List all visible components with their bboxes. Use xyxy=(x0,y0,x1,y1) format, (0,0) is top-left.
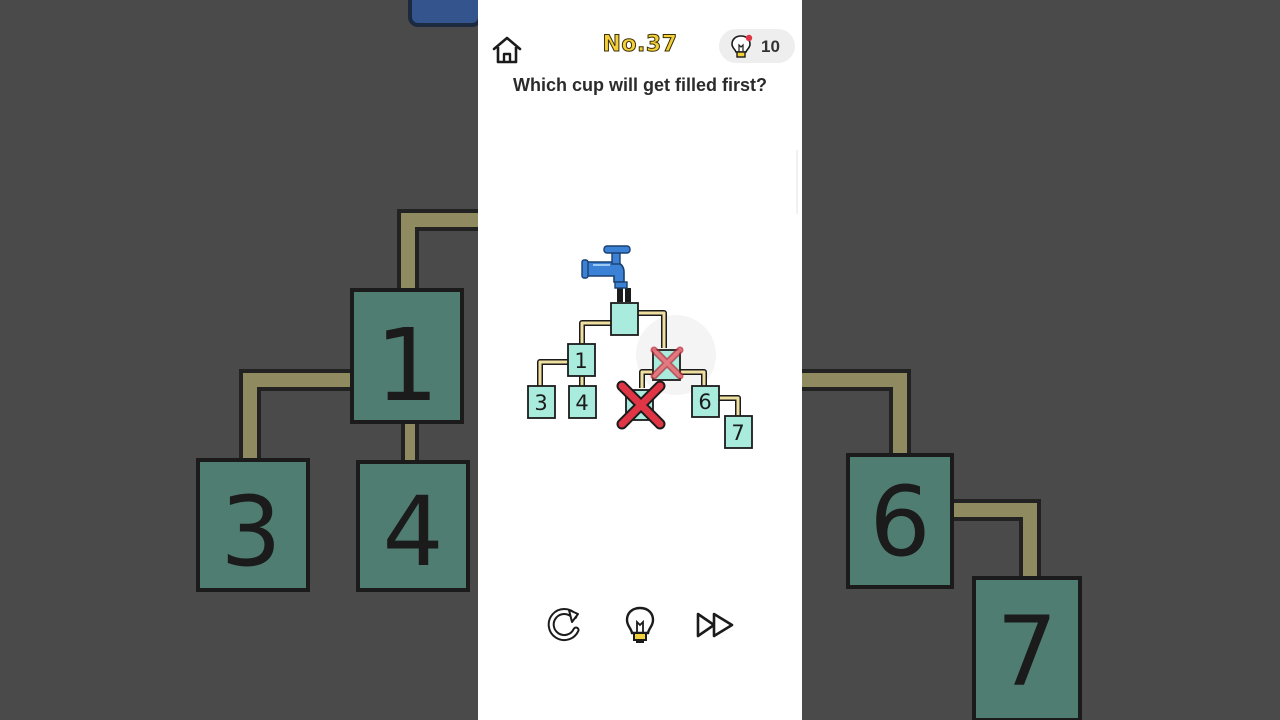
cup-3[interactable]: 3 xyxy=(527,385,556,419)
hint-button[interactable] xyxy=(617,602,663,648)
svg-text:3: 3 xyxy=(220,476,281,588)
cup-1-label: 1 xyxy=(574,349,587,373)
cup-6-label: 6 xyxy=(698,390,711,414)
cup-6[interactable]: 6 xyxy=(691,385,720,418)
cup-3-label: 3 xyxy=(534,391,547,415)
svg-text:6: 6 xyxy=(869,466,930,578)
pipe-1-left xyxy=(537,359,568,386)
cup-1[interactable]: 1 xyxy=(567,343,596,377)
restart-button[interactable] xyxy=(542,602,588,648)
cup-4-label: 4 xyxy=(575,391,588,415)
pipe-top-left xyxy=(579,320,611,344)
svg-text:4: 4 xyxy=(382,476,443,588)
lightbulb-icon xyxy=(625,606,655,643)
skip-button[interactable] xyxy=(692,602,738,648)
cup-4[interactable]: 4 xyxy=(568,385,597,419)
pipe-6-right xyxy=(719,395,741,416)
svg-text:7: 7 xyxy=(996,596,1057,708)
cup-top[interactable] xyxy=(610,302,639,336)
faucet-icon xyxy=(581,245,631,289)
fast-forward-icon xyxy=(696,612,734,638)
pipe-faucet xyxy=(617,288,631,302)
restart-icon xyxy=(547,608,580,642)
svg-text:1: 1 xyxy=(375,307,439,424)
cup-7-label: 7 xyxy=(731,421,744,445)
game-screen: No.37 10 Which cup will get filled first… xyxy=(478,0,802,720)
cup-7[interactable]: 7 xyxy=(724,415,753,449)
